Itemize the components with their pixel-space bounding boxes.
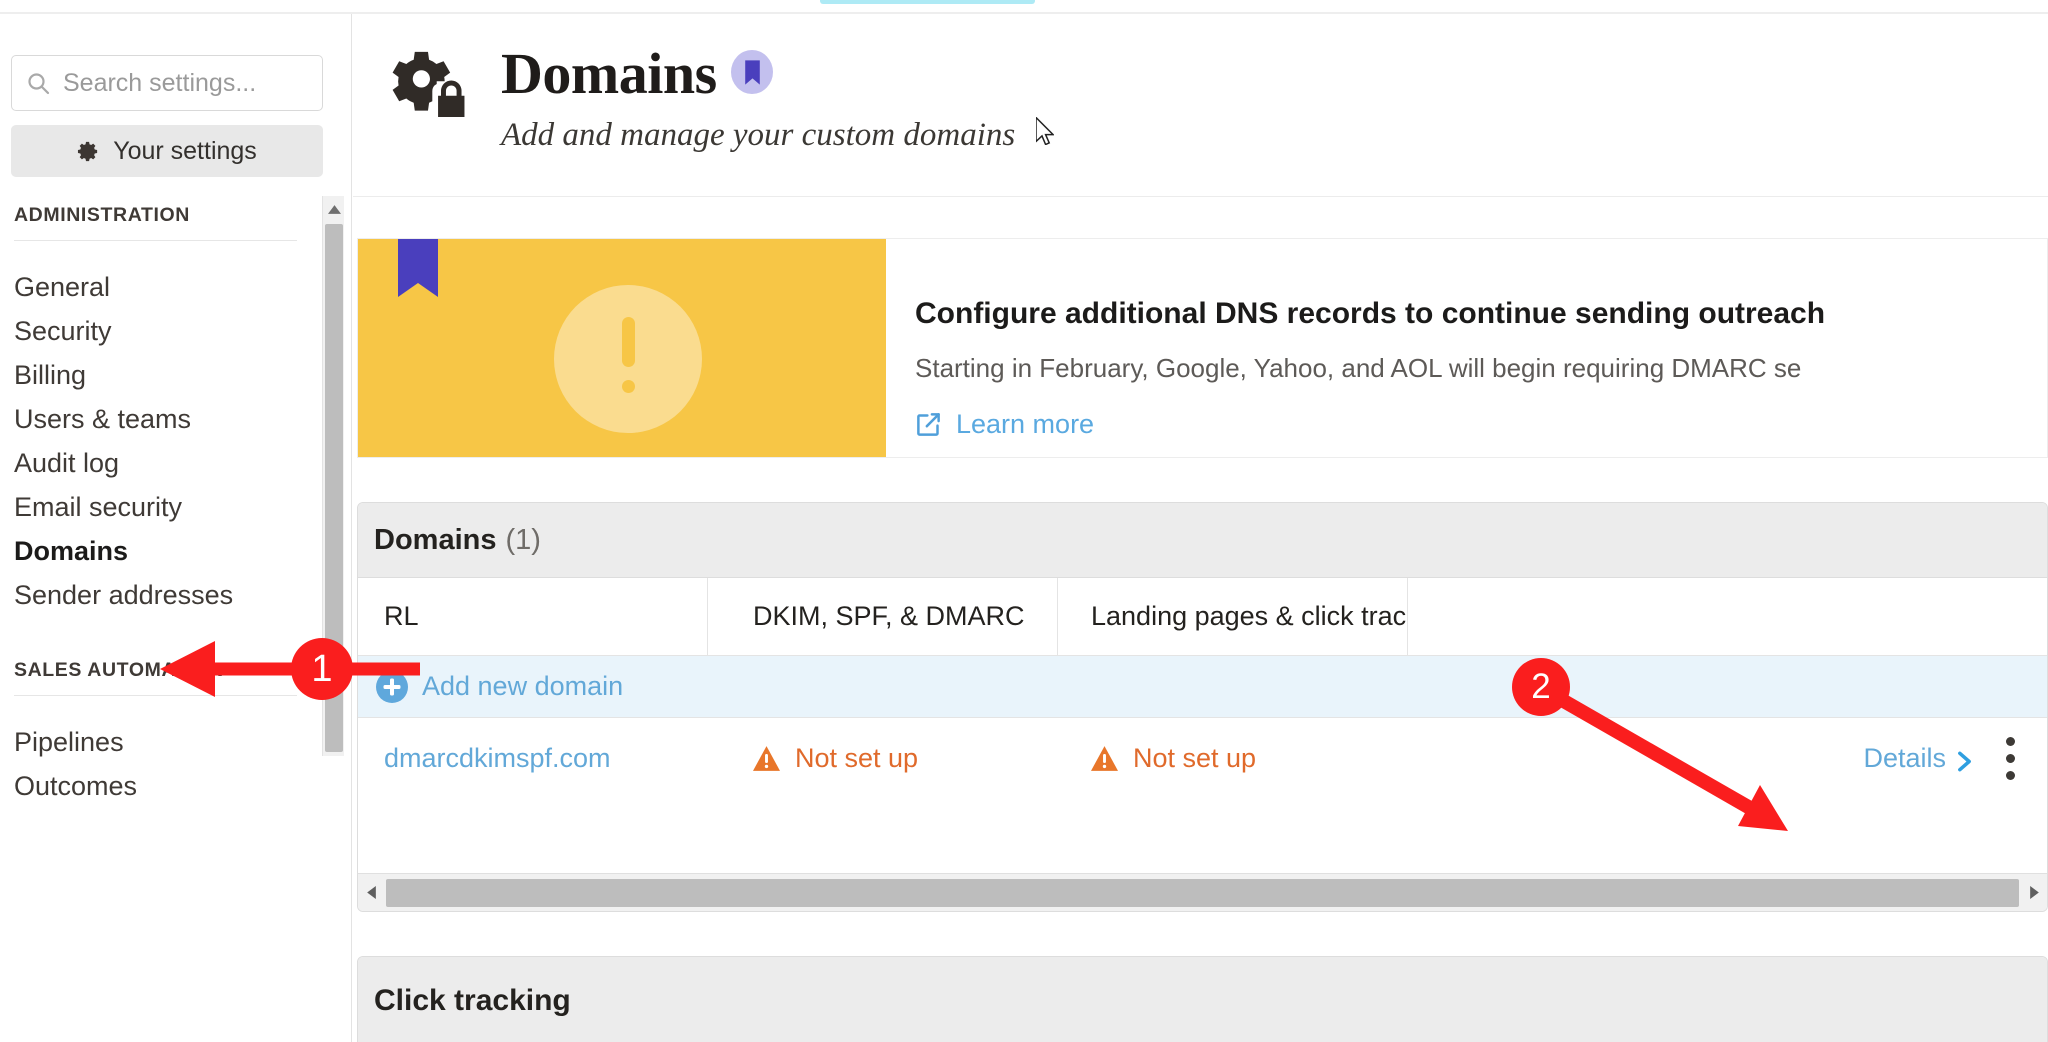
domain-link[interactable]: dmarcdkimspf.com xyxy=(384,743,611,774)
bookmark-flag-icon xyxy=(398,239,438,297)
bookmark-icon xyxy=(731,50,773,94)
cell-domain: dmarcdkimspf.com xyxy=(358,718,708,798)
chevron-right-icon xyxy=(1956,748,1973,771)
table-horizontal-scrollbar[interactable] xyxy=(358,873,2047,911)
sidebar-section-administration-heading: ADMINISTRATION xyxy=(14,204,190,226)
horizontal-scrollbar-thumb[interactable] xyxy=(386,878,2019,907)
add-new-domain-row[interactable]: Add new domain xyxy=(358,656,2047,718)
details-label: Details xyxy=(1863,742,1946,773)
your-settings-label: Your settings xyxy=(113,136,257,165)
domains-table-card: Domains (1) RL DKIM, SPF, & DMARC Landin… xyxy=(357,502,2048,912)
domains-card-title: Domains xyxy=(374,523,497,556)
page-subtitle: Add and manage your custom domains xyxy=(501,117,1016,153)
sidebar-item-email-security[interactable]: Email security xyxy=(0,485,351,529)
click-tracking-title: Click tracking xyxy=(374,983,571,1017)
sidebar-item-pipelines[interactable]: Pipelines xyxy=(0,720,351,764)
sidebar-item-users-teams[interactable]: Users & teams xyxy=(0,397,351,441)
search-input[interactable]: Search settings... xyxy=(11,55,323,111)
landing-status-text: Not set up xyxy=(1133,742,1257,773)
top-partial-element xyxy=(820,0,1035,4)
domains-card-header: Domains (1) xyxy=(358,503,2047,578)
sidebar-item-general[interactable]: General xyxy=(0,265,351,309)
sidebar-item-billing[interactable]: Billing xyxy=(0,353,351,397)
banner-illustration xyxy=(358,239,886,457)
exclamation-circle-icon xyxy=(554,285,702,433)
table-header-row: RL DKIM, SPF, & DMARC Landing pages & cl… xyxy=(358,578,2047,656)
scroll-right-arrow-icon[interactable] xyxy=(2021,886,2047,899)
cell-actions: Details xyxy=(1408,718,2047,798)
sidebar-item-domains[interactable]: Domains xyxy=(0,529,351,573)
domains-card-count: (1) xyxy=(505,523,541,556)
sidebar-item-security[interactable]: Security xyxy=(0,309,351,353)
warning-triangle-icon xyxy=(1091,745,1118,771)
sidebar-item-sender-addresses[interactable]: Sender addresses xyxy=(0,573,351,617)
learn-more-link[interactable]: Learn more xyxy=(915,409,1094,440)
column-header-landing-pages[interactable]: Landing pages & click trac... xyxy=(1058,578,1408,655)
main-content: Domains Add and manage your custom domai… xyxy=(353,14,2048,1042)
settings-sidebar: Search settings... Your settings ADMINIS… xyxy=(0,14,352,1042)
column-header-url[interactable]: RL xyxy=(358,578,708,655)
banner-body: Configure additional DNS records to cont… xyxy=(886,239,2047,457)
settings-domains-page: Search settings... Your settings ADMINIS… xyxy=(0,0,2048,1042)
cell-landing-status: Not set up xyxy=(1058,718,1408,798)
search-icon xyxy=(26,71,50,95)
column-header-actions xyxy=(1408,578,2047,655)
click-tracking-header: Click tracking xyxy=(358,957,2047,1042)
your-settings-button[interactable]: Your settings xyxy=(11,125,323,177)
sidebar-nav: ADMINISTRATION General Security Billing … xyxy=(0,196,351,1042)
search-placeholder: Search settings... xyxy=(63,68,257,97)
scroll-up-arrow-icon[interactable] xyxy=(323,196,345,222)
annotation-marker-2: 2 xyxy=(1512,658,1570,716)
external-link-icon xyxy=(915,411,942,438)
kebab-menu-icon[interactable] xyxy=(1973,736,2047,780)
plus-circle-icon xyxy=(376,670,408,703)
table-row[interactable]: dmarcdkimspf.com Not set up Not set up D… xyxy=(358,718,2047,798)
click-tracking-card: Click tracking xyxy=(357,956,2048,1042)
banner-title: Configure additional DNS records to cont… xyxy=(915,297,1826,330)
details-link[interactable]: Details xyxy=(1863,743,1973,774)
column-header-dkim-spf-dmarc[interactable]: DKIM, SPF, & DMARC xyxy=(708,578,1058,655)
sidebar-item-audit-log[interactable]: Audit log xyxy=(0,441,351,485)
mouse-cursor-icon xyxy=(1035,115,1055,146)
dkim-status-text: Not set up xyxy=(795,742,919,773)
page-title: Domains xyxy=(501,41,717,106)
gear-lock-icon xyxy=(386,40,474,128)
dns-warning-banner: Configure additional DNS records to cont… xyxy=(357,238,2048,458)
learn-more-label: Learn more xyxy=(956,409,1095,439)
annotation-marker-1: 1 xyxy=(291,638,353,700)
warning-triangle-icon xyxy=(753,745,780,771)
cell-dkim-status: Not set up xyxy=(708,718,1058,798)
page-header: Domains Add and manage your custom domai… xyxy=(353,14,2048,197)
banner-description: Starting in February, Google, Yahoo, and… xyxy=(915,353,1802,383)
sidebar-item-outcomes[interactable]: Outcomes xyxy=(0,764,351,808)
scroll-left-arrow-icon[interactable] xyxy=(358,886,384,899)
gear-icon xyxy=(77,140,100,163)
add-new-domain-label: Add new domain xyxy=(422,671,624,701)
